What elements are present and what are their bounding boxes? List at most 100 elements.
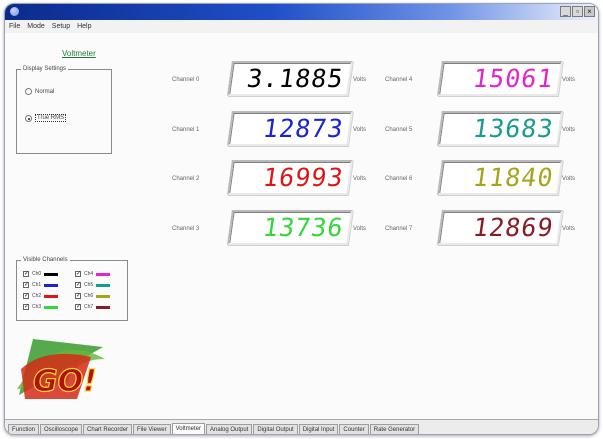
app-window: _ ▫ × File Mode Setup Help Voltmeter Dis…: [4, 3, 599, 435]
visible-channels-legend: Visible Channels: [23, 257, 68, 263]
ch5-checkbox[interactable]: ✓: [75, 282, 81, 288]
ch0-label: Ch0: [32, 271, 42, 277]
go-logo: GO!: [17, 339, 105, 400]
channel-5-label: Channel 5: [385, 127, 413, 133]
radio-normal-button[interactable]: [25, 88, 32, 95]
channel-7-value: 12869: [471, 213, 556, 242]
radio-true-rms-label: True RMS: [35, 114, 67, 122]
channel-4-display: 15061: [437, 61, 563, 96]
close-button[interactable]: ×: [584, 6, 595, 17]
restore-button[interactable]: ▫: [572, 6, 583, 17]
channel-7-display: 12869: [437, 210, 563, 245]
ch7-checkbox[interactable]: ✓: [75, 304, 81, 310]
ch3-checkbox[interactable]: ✓: [23, 304, 29, 310]
title-bar: _ ▫ ×: [5, 4, 598, 20]
tab-counter[interactable]: Counter: [339, 424, 369, 434]
tab-rate-generator[interactable]: Rate Generator: [369, 424, 420, 434]
menu-mode[interactable]: Mode: [27, 23, 45, 30]
channel-4-label: Channel 4: [385, 77, 413, 83]
ch2-checkbox[interactable]: ✓: [23, 293, 29, 299]
menu-bar: File Mode Setup Help: [5, 20, 598, 33]
window-controls: _ ▫ ×: [560, 6, 595, 17]
channel-6-label: Channel 6: [385, 176, 413, 182]
ch0-checkbox[interactable]: ✓: [23, 271, 29, 277]
logo-text: GO!: [33, 364, 97, 399]
ch4-label: Ch4: [84, 271, 94, 277]
ch1-checkbox[interactable]: ✓: [23, 282, 29, 288]
channel-6-display: 11840: [437, 160, 563, 195]
visible-ch7[interactable]: ✓ Ch7: [75, 304, 111, 310]
channel-0-label: Channel 0: [172, 77, 200, 83]
channel-3-unit: Volts: [353, 226, 367, 232]
ch1-color-swatch: [44, 283, 59, 287]
tab-oscilloscope[interactable]: Oscilloscope: [40, 424, 83, 434]
channel-1-unit: Volts: [353, 127, 367, 133]
channel-5-value: 13683: [471, 114, 556, 143]
visible-ch4[interactable]: ✓ Ch4: [75, 271, 111, 277]
ch2-label: Ch2: [32, 293, 42, 299]
ch5-color-swatch: [96, 283, 111, 287]
channel-5-display: 13683: [437, 111, 563, 146]
ch6-color-swatch: [96, 294, 111, 298]
channel-1-display: 12873: [227, 111, 353, 146]
channel-3-value: 13736: [261, 213, 346, 242]
tab-chart-recorder[interactable]: Chart Recorder: [83, 424, 133, 434]
channel-1-value: 12873: [261, 114, 346, 143]
visible-ch6[interactable]: ✓ Ch6: [75, 293, 111, 299]
app-icon: [10, 7, 19, 16]
mode-tab-bar: Function Oscilloscope Chart Recorder Fil…: [5, 419, 598, 434]
radio-true-rms[interactable]: True RMS: [25, 114, 67, 122]
menu-help[interactable]: Help: [77, 23, 91, 30]
menu-file[interactable]: File: [9, 23, 20, 30]
channel-2-display: 16993: [227, 160, 353, 195]
ch6-checkbox[interactable]: ✓: [75, 293, 81, 299]
ch3-color-swatch: [44, 305, 59, 309]
ch4-checkbox[interactable]: ✓: [75, 271, 81, 277]
ch5-label: Ch5: [84, 282, 94, 288]
menu-setup[interactable]: Setup: [52, 23, 70, 30]
channel-2-value: 16993: [261, 163, 346, 192]
tab-digital-input[interactable]: Digital Input: [298, 424, 339, 434]
channel-0-display: 3.1885: [227, 61, 353, 96]
ch2-color-swatch: [44, 294, 59, 298]
ch6-label: Ch6: [84, 293, 94, 299]
tab-file-viewer[interactable]: File Viewer: [133, 424, 171, 434]
channel-3-label: Channel 3: [172, 226, 200, 232]
channel-5-unit: Volts: [562, 127, 576, 133]
radio-normal-label: Normal: [35, 88, 55, 95]
visible-ch3[interactable]: ✓ Ch3: [23, 304, 59, 310]
channel-7-unit: Volts: [562, 226, 576, 232]
visible-channels-group: Visible Channels ✓ Ch0 ✓ Ch1 ✓ Ch2 ✓ Ch3: [16, 257, 128, 321]
ch7-label: Ch7: [84, 304, 94, 310]
visible-ch5[interactable]: ✓ Ch5: [75, 282, 111, 288]
ch4-color-swatch: [96, 272, 111, 276]
ch7-color-swatch: [96, 305, 111, 309]
radio-normal[interactable]: Normal: [25, 88, 54, 95]
channel-2-unit: Volts: [353, 176, 367, 182]
display-settings-legend: Display Settings: [23, 66, 67, 72]
channel-0-value: 3.1885: [245, 64, 346, 93]
tab-analog-output[interactable]: Analog Output: [205, 424, 253, 434]
ch1-label: Ch1: [32, 282, 42, 288]
channel-1-label: Channel 1: [172, 127, 200, 133]
visible-ch2[interactable]: ✓ Ch2: [23, 293, 59, 299]
tab-digital-output[interactable]: Digital Output: [253, 424, 298, 434]
ch3-label: Ch3: [32, 304, 42, 310]
minimize-button[interactable]: _: [560, 6, 571, 17]
channel-4-unit: Volts: [562, 77, 576, 83]
tab-function[interactable]: Function: [8, 424, 40, 434]
channel-6-value: 11840: [471, 163, 556, 192]
visible-ch1[interactable]: ✓ Ch1: [23, 282, 59, 288]
channel-2-label: Channel 2: [172, 176, 200, 182]
channel-6-unit: Volts: [562, 176, 576, 182]
voltmeter-panel: Voltmeter Display Settings Normal True R…: [5, 33, 598, 419]
tab-voltmeter[interactable]: Voltmeter: [171, 423, 205, 434]
display-settings-group: Display Settings Normal True RMS: [16, 66, 112, 154]
visible-ch0[interactable]: ✓ Ch0: [23, 271, 59, 277]
channel-3-display: 13736: [227, 210, 353, 245]
channel-7-label: Channel 7: [385, 226, 413, 232]
channel-4-value: 15061: [471, 64, 556, 93]
radio-true-rms-button[interactable]: [25, 114, 32, 122]
panel-title: Voltmeter: [62, 49, 96, 58]
ch0-color-swatch: [44, 272, 59, 276]
